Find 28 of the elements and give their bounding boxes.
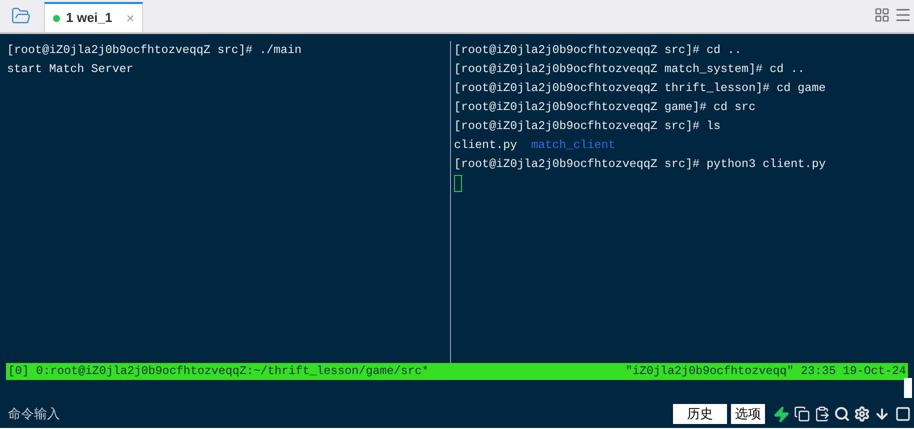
- command-input[interactable]: 命令输入: [0, 404, 673, 424]
- folder-icon[interactable]: [10, 6, 32, 26]
- toolbar-button[interactable]: 历史: [673, 404, 727, 424]
- session-path: [0] 0:root@iZ0jla2j0b9ocfhtozveqqZ:~/thrift_lesson/game/src*: [8, 362, 429, 380]
- arrow-down-icon[interactable]: [874, 406, 890, 422]
- host-time: "iZ0jla2j0b9ocfhtozveqq" 23:35 19-Oct-24: [625, 362, 906, 380]
- terminal-line: [root@iZ0jla2j0b9ocfhtozveqqZ thrift_lesson]# cd game: [454, 80, 826, 97]
- scrollbar-thumb[interactable]: [904, 378, 912, 398]
- lightning-icon[interactable]: [773, 406, 790, 422]
- grid-view-icon[interactable]: [874, 7, 890, 23]
- directory-name: match_client: [531, 136, 616, 154]
- window-icon[interactable]: [894, 406, 912, 422]
- paste-icon[interactable]: [814, 406, 830, 422]
- search-icon[interactable]: [834, 406, 850, 422]
- terminal-line: [root@iZ0jla2j0b9ocfhtozveqqZ src]# python3 client.py: [454, 156, 826, 173]
- settings-icon[interactable]: [854, 406, 870, 422]
- copy-icon[interactable]: [794, 406, 810, 422]
- menu-icon[interactable]: [894, 6, 912, 24]
- terminal-line: [root@iZ0jla2j0b9ocfhtozveqqZ src]# cd ..: [454, 42, 742, 59]
- toolbar-button[interactable]: 选项: [731, 404, 765, 424]
- session-tab[interactable]: 1 wei_1 ×: [44, 2, 144, 32]
- terminal-line: [root@iZ0jla2j0b9ocfhtozveqqZ match_system]# cd ..: [454, 60, 805, 78]
- terminal-cursor: [454, 175, 462, 192]
- terminal-line: [root@iZ0jla2j0b9ocfhtozveqqZ game]# cd src: [454, 98, 756, 116]
- terminal-line: [root@iZ0jla2j0b9ocfhtozveqqZ src]# ls: [454, 118, 721, 135]
- terminal-line: start Match Server: [7, 60, 134, 78]
- terminal-line: client.py: [454, 136, 518, 154]
- terminal-line: [root@iZ0jla2j0b9ocfhtozveqqZ src]# ./main: [7, 42, 302, 59]
